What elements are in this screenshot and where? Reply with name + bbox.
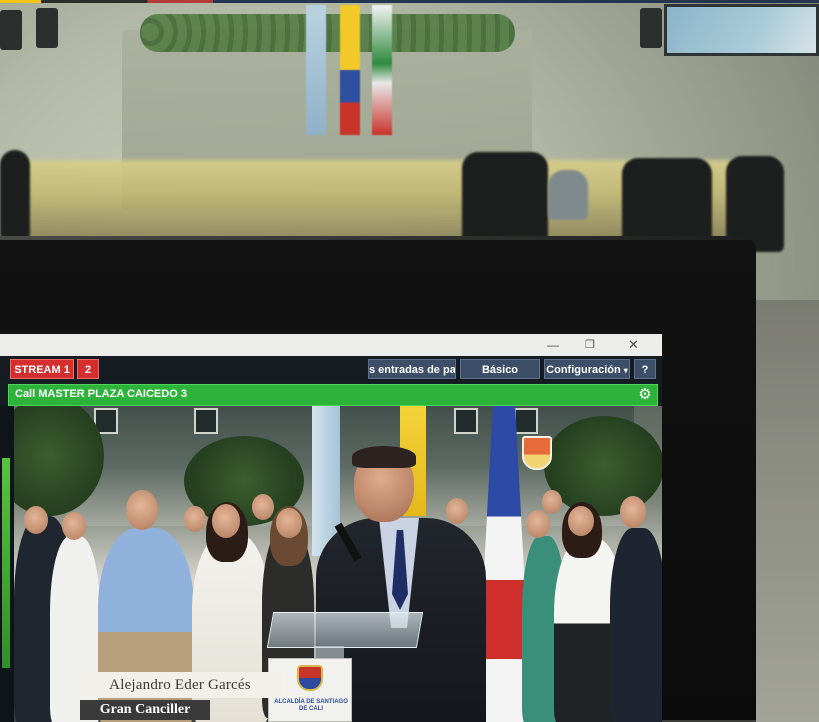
chair [0, 150, 30, 240]
glass-podium [266, 612, 424, 648]
call-header-bar: Call MASTER PLAZA CAICEDO 3 ⚙ [8, 384, 658, 406]
person-head [526, 510, 550, 538]
video-preview[interactable]: ALCALDÍA DE SANTIAGO DE CALI Alejandro E… [14, 406, 662, 722]
person-head [24, 506, 48, 534]
app-toolbar: STREAM 1 2 s entradas de pau Básico Conf… [0, 356, 662, 382]
monitor-on-desk [548, 170, 588, 220]
building-window [194, 408, 218, 434]
chair [462, 152, 548, 242]
stream-1-tab[interactable]: STREAM 1 [10, 359, 74, 379]
streaming-app-window: — ❐ ✕ STREAM 1 2 s entradas de pau Básic… [0, 334, 662, 722]
configuracion-label: Configuración [546, 364, 621, 376]
maximize-button[interactable]: ❐ [585, 337, 595, 353]
chair [622, 158, 712, 246]
flag-light-blue [306, 5, 326, 135]
monitor-top-edge [0, 236, 756, 240]
flag-tricolor [372, 5, 392, 135]
person-head [212, 504, 240, 538]
building-window [514, 408, 538, 434]
flag-colombia [340, 5, 360, 135]
person-head [620, 496, 646, 528]
call-title: Call MASTER PLAZA CAICEDO 3 [15, 388, 187, 400]
crest-icon [522, 436, 552, 470]
chevron-down-icon: ▾ [623, 366, 628, 375]
window-titlebar: — ❐ ✕ [0, 334, 662, 356]
wall-tv [664, 4, 819, 56]
person-head [446, 498, 468, 524]
wall-speaker-left [0, 10, 22, 50]
stream-2-tab[interactable]: 2 [77, 359, 99, 379]
person-head [568, 506, 594, 536]
person-head [62, 512, 86, 540]
desk-surface [756, 300, 819, 722]
basico-button[interactable]: Básico [460, 359, 540, 379]
lower-third-name: Alejandro Eder Garcés [78, 672, 282, 698]
hanging-plants [140, 14, 515, 52]
audio-level-meter [0, 406, 14, 722]
speaker-hair [352, 446, 416, 468]
person-head [276, 508, 302, 538]
building-window [454, 408, 478, 434]
wall-speaker-right [640, 8, 662, 48]
person-head [184, 506, 206, 532]
help-button[interactable]: ? [634, 359, 656, 379]
wall-speaker-left-2 [36, 8, 58, 48]
person-head [252, 494, 274, 520]
audio-level-bar [2, 458, 10, 668]
top-color-strip [0, 0, 819, 3]
close-button[interactable]: ✕ [628, 337, 639, 353]
city-seal-icon [297, 665, 323, 691]
person-dark-suit [610, 528, 662, 722]
person-head [542, 490, 562, 514]
gear-icon[interactable]: ⚙ [636, 386, 654, 404]
person-head [126, 490, 158, 530]
entradas-button[interactable]: s entradas de pau [368, 359, 456, 379]
sign-text: ALCALDÍA DE SANTIAGO DE CALI [274, 699, 348, 712]
minimize-button[interactable]: — [547, 337, 559, 353]
lower-third-role: Gran Canciller [80, 700, 210, 720]
configuracion-dropdown[interactable]: Configuración ▾ [544, 359, 630, 379]
